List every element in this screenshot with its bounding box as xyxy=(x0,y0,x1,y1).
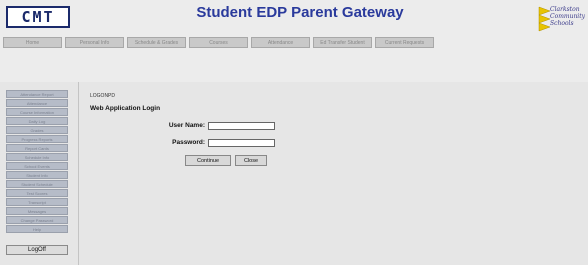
continue-button[interactable]: Continue xyxy=(185,155,231,166)
sidebar-item[interactable]: Grades xyxy=(6,126,68,134)
sidebar-item[interactable]: Transcript xyxy=(6,198,68,206)
sidebar-item[interactable]: Student Info xyxy=(6,171,68,179)
nav-item-current-requests[interactable]: Current Requests xyxy=(375,37,434,48)
district-line: Clarkston xyxy=(550,6,580,13)
sidebar-item[interactable]: Course Information xyxy=(6,108,68,116)
sidebar-item[interactable]: Test Scores xyxy=(6,189,68,197)
content-divider xyxy=(78,82,79,265)
nav-item-ed-transfer[interactable]: Ed Transfer Student xyxy=(313,37,372,48)
login-heading: Web Application Login xyxy=(90,105,161,112)
password-field[interactable] xyxy=(208,139,275,147)
nav-item-attendance[interactable]: Attendance xyxy=(251,37,310,48)
page-title: Student EDP Parent Gateway xyxy=(196,4,404,21)
sidebar-item[interactable]: Change Password xyxy=(6,216,68,224)
nav-item-courses[interactable]: Courses xyxy=(189,37,248,48)
password-label: Password: xyxy=(172,139,205,146)
sidebar-item[interactable]: Report Cards xyxy=(6,144,68,152)
nav-item-schedule-grades[interactable]: Schedule & Grades xyxy=(127,37,186,48)
logoff-button[interactable]: LogOff xyxy=(6,245,68,255)
sidebar-item[interactable]: Progress Reports xyxy=(6,135,68,143)
sidebar-item[interactable]: School Events xyxy=(6,162,68,170)
district-line: Community xyxy=(550,13,586,20)
nav-item-personal-info[interactable]: Personal Info xyxy=(65,37,124,48)
breadcrumb: LOGONPD xyxy=(90,93,116,99)
sidebar-item[interactable]: Student Schedule xyxy=(6,180,68,188)
username-label: User Name: xyxy=(168,122,205,129)
district-name: Clarkston Community Schools xyxy=(550,6,585,27)
close-button[interactable]: Close xyxy=(235,155,267,166)
cmt-logo[interactable]: CMT xyxy=(6,6,70,28)
sidebar-item[interactable]: Help xyxy=(6,225,68,233)
sidebar-item[interactable]: Attendance xyxy=(6,99,68,107)
username-field[interactable] xyxy=(208,122,275,130)
sidebar-item[interactable]: Messages xyxy=(6,207,68,215)
district-line: Schools xyxy=(550,20,574,27)
sidebar-item[interactable]: Attendance Report xyxy=(6,90,68,98)
nav-item-home[interactable]: Home xyxy=(3,37,62,48)
sidebar-item[interactable]: Daily Log xyxy=(6,117,68,125)
district-logo: Clarkston Community Schools xyxy=(538,4,585,34)
sidebar-item[interactable]: Schedule Info xyxy=(6,153,68,161)
